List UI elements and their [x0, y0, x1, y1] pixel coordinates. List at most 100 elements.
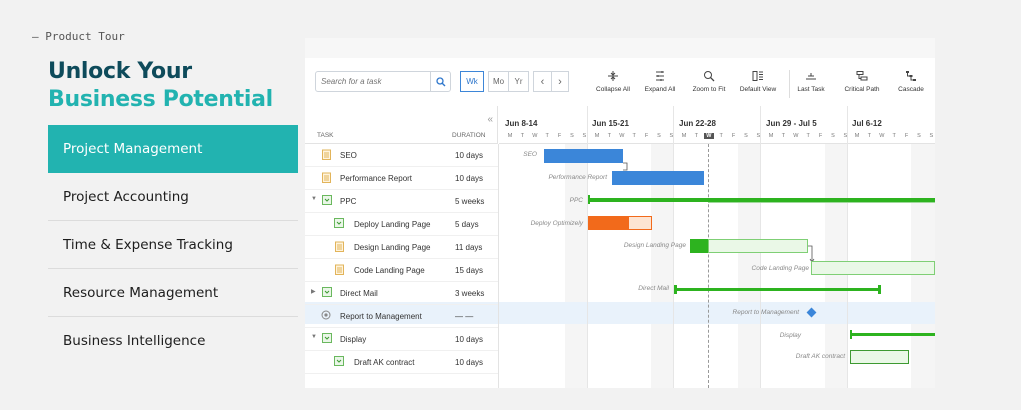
gantt-bar-seo[interactable]	[544, 149, 623, 163]
task-row[interactable]: ▶ Direct Mail 3 weeks	[305, 282, 498, 305]
menu-item-project-management[interactable]: Project Management	[48, 125, 298, 173]
ppc-group-end-outline	[708, 202, 935, 203]
collapse-grid-button[interactable]: «	[487, 114, 493, 125]
group-icon	[322, 287, 332, 297]
day-letter: M	[854, 133, 860, 139]
headline-line-1: Unlock Your	[48, 59, 192, 84]
expand-all-icon	[656, 71, 664, 81]
last-task-tool[interactable]: Last Task	[792, 66, 830, 93]
week-label: Jun 29 - Jul 5	[766, 119, 817, 128]
task-doc-icon	[335, 241, 344, 252]
menu-item-time-expense[interactable]: Time & Expense Tracking	[48, 221, 298, 269]
task-row[interactable]: Report to Management — —	[305, 305, 498, 328]
day-letter: F	[818, 133, 823, 139]
gantt-bar-direct-mail[interactable]	[675, 288, 881, 291]
col-duration-header[interactable]: DURATION	[452, 132, 485, 139]
view-year-button[interactable]: Yr	[508, 71, 529, 92]
task-search-input[interactable]	[316, 72, 428, 91]
display-start-cap	[850, 330, 852, 339]
toolbar-divider	[789, 70, 790, 98]
task-row[interactable]: Code Landing Page 15 days	[305, 259, 498, 282]
eyebrow: — Product Tour	[32, 30, 125, 43]
default-view-icon	[752, 71, 763, 81]
day-letter: W	[532, 133, 538, 139]
task-row[interactable]: Deploy Landing Page 5 days	[305, 213, 498, 236]
gantt-bar-design-remaining[interactable]	[708, 239, 808, 253]
day-letter: T	[867, 133, 872, 139]
bar-label: Draft AK contract	[795, 353, 845, 360]
day-letter: T	[806, 133, 810, 139]
menu-item-business-intelligence[interactable]: Business Intelligence	[48, 317, 298, 365]
task-row[interactable]: ▼ Display 10 days	[305, 328, 498, 351]
day-letter: T	[781, 133, 786, 139]
direct-mail-end-cap	[878, 285, 881, 294]
gantt-bar-draft[interactable]	[850, 350, 909, 364]
gantt-bar-design-progress[interactable]	[690, 239, 708, 253]
task-name: PPC	[340, 197, 357, 206]
week-label: Jun 22-28	[679, 119, 716, 128]
day-letter: W	[879, 133, 885, 139]
critical-path-tool[interactable]: Critical Path	[841, 66, 883, 93]
prev-button[interactable]: ‹	[533, 71, 551, 92]
day-letter: S	[669, 133, 674, 139]
bar-label: Display	[779, 332, 801, 339]
task-name: Code Landing Page	[354, 266, 425, 275]
view-month-button[interactable]: Mo	[488, 71, 508, 92]
gantt-bar-deploy-progress[interactable]	[588, 216, 628, 230]
task-search	[315, 71, 451, 92]
week-label: Jun 15-21	[592, 119, 629, 128]
task-row[interactable]: Performance Report 10 days	[305, 167, 498, 190]
critical-path-icon	[856, 71, 868, 81]
today-line	[708, 144, 709, 388]
day-letter: F	[731, 133, 736, 139]
next-button[interactable]: ›	[551, 71, 569, 92]
week-label: Jun 8-14	[505, 119, 538, 128]
day-letter: S	[744, 133, 748, 139]
task-name: Performance Report	[340, 174, 413, 183]
cascade-icon	[906, 71, 916, 81]
group-icon	[334, 356, 344, 366]
ppc-group-start-cap	[588, 195, 590, 204]
chevron-right-icon[interactable]: ▶	[311, 288, 316, 295]
menu-item-resource-management[interactable]: Resource Management	[48, 269, 298, 317]
gantt-bar-performance-report[interactable]	[612, 171, 704, 185]
view-week-button[interactable]: Wk	[460, 71, 484, 92]
day-letter: S	[657, 133, 661, 139]
gantt-bar-display[interactable]	[850, 333, 935, 336]
task-doc-icon	[322, 149, 331, 160]
task-duration: 10 days	[455, 151, 484, 160]
day-letter: T	[545, 133, 549, 139]
task-row[interactable]: ▼ PPC 5 weeks	[305, 190, 498, 213]
task-name: Deploy Landing Page	[354, 220, 431, 229]
task-row[interactable]: SEO 10 days	[305, 144, 498, 167]
default-view-tool[interactable]: Default View	[736, 66, 780, 93]
task-duration: 10 days	[455, 174, 484, 183]
col-task-header[interactable]: TASK	[317, 132, 334, 139]
gantt-bar-code[interactable]	[811, 261, 935, 275]
zoom-to-fit-tool[interactable]: Zoom to Fit	[689, 66, 729, 93]
day-letter: S	[917, 133, 921, 139]
gantt-bar-deploy-remaining[interactable]	[628, 216, 652, 230]
task-duration: 15 days	[455, 266, 484, 275]
timeline-header: Jun 8-14 Jun 15-21 Jun 22-28 Jun 29 - Ju…	[499, 106, 935, 144]
chevron-down-icon[interactable]: ▼	[311, 334, 317, 340]
gantt-toolbar: Wk Mo Yr ‹ › Collapse All Expand All Zoo…	[305, 58, 935, 106]
group-icon	[334, 218, 344, 228]
collapse-all-tool[interactable]: Collapse All	[593, 66, 633, 93]
day-letter: F	[904, 133, 909, 139]
task-duration: 3 weeks	[455, 289, 485, 298]
task-name: SEO	[340, 151, 357, 160]
headline: Unlock Your Business Potential	[48, 58, 273, 114]
task-duration: 5 weeks	[455, 197, 485, 206]
task-row[interactable]: Design Landing Page 11 days	[305, 236, 498, 259]
day-letter: W	[619, 133, 625, 139]
expand-all-tool[interactable]: Expand All	[640, 66, 680, 93]
cascade-tool[interactable]: Cascade	[893, 66, 929, 93]
bar-label: Design Landing Page	[623, 242, 686, 249]
search-button[interactable]	[430, 72, 450, 91]
menu-item-project-accounting[interactable]: Project Accounting	[48, 173, 298, 221]
task-row[interactable]: Draft AK contract 10 days	[305, 351, 498, 374]
chevron-down-icon[interactable]: ▼	[311, 196, 317, 202]
day-letter: S	[843, 133, 848, 139]
week-label: Jul 6-12	[852, 119, 882, 128]
